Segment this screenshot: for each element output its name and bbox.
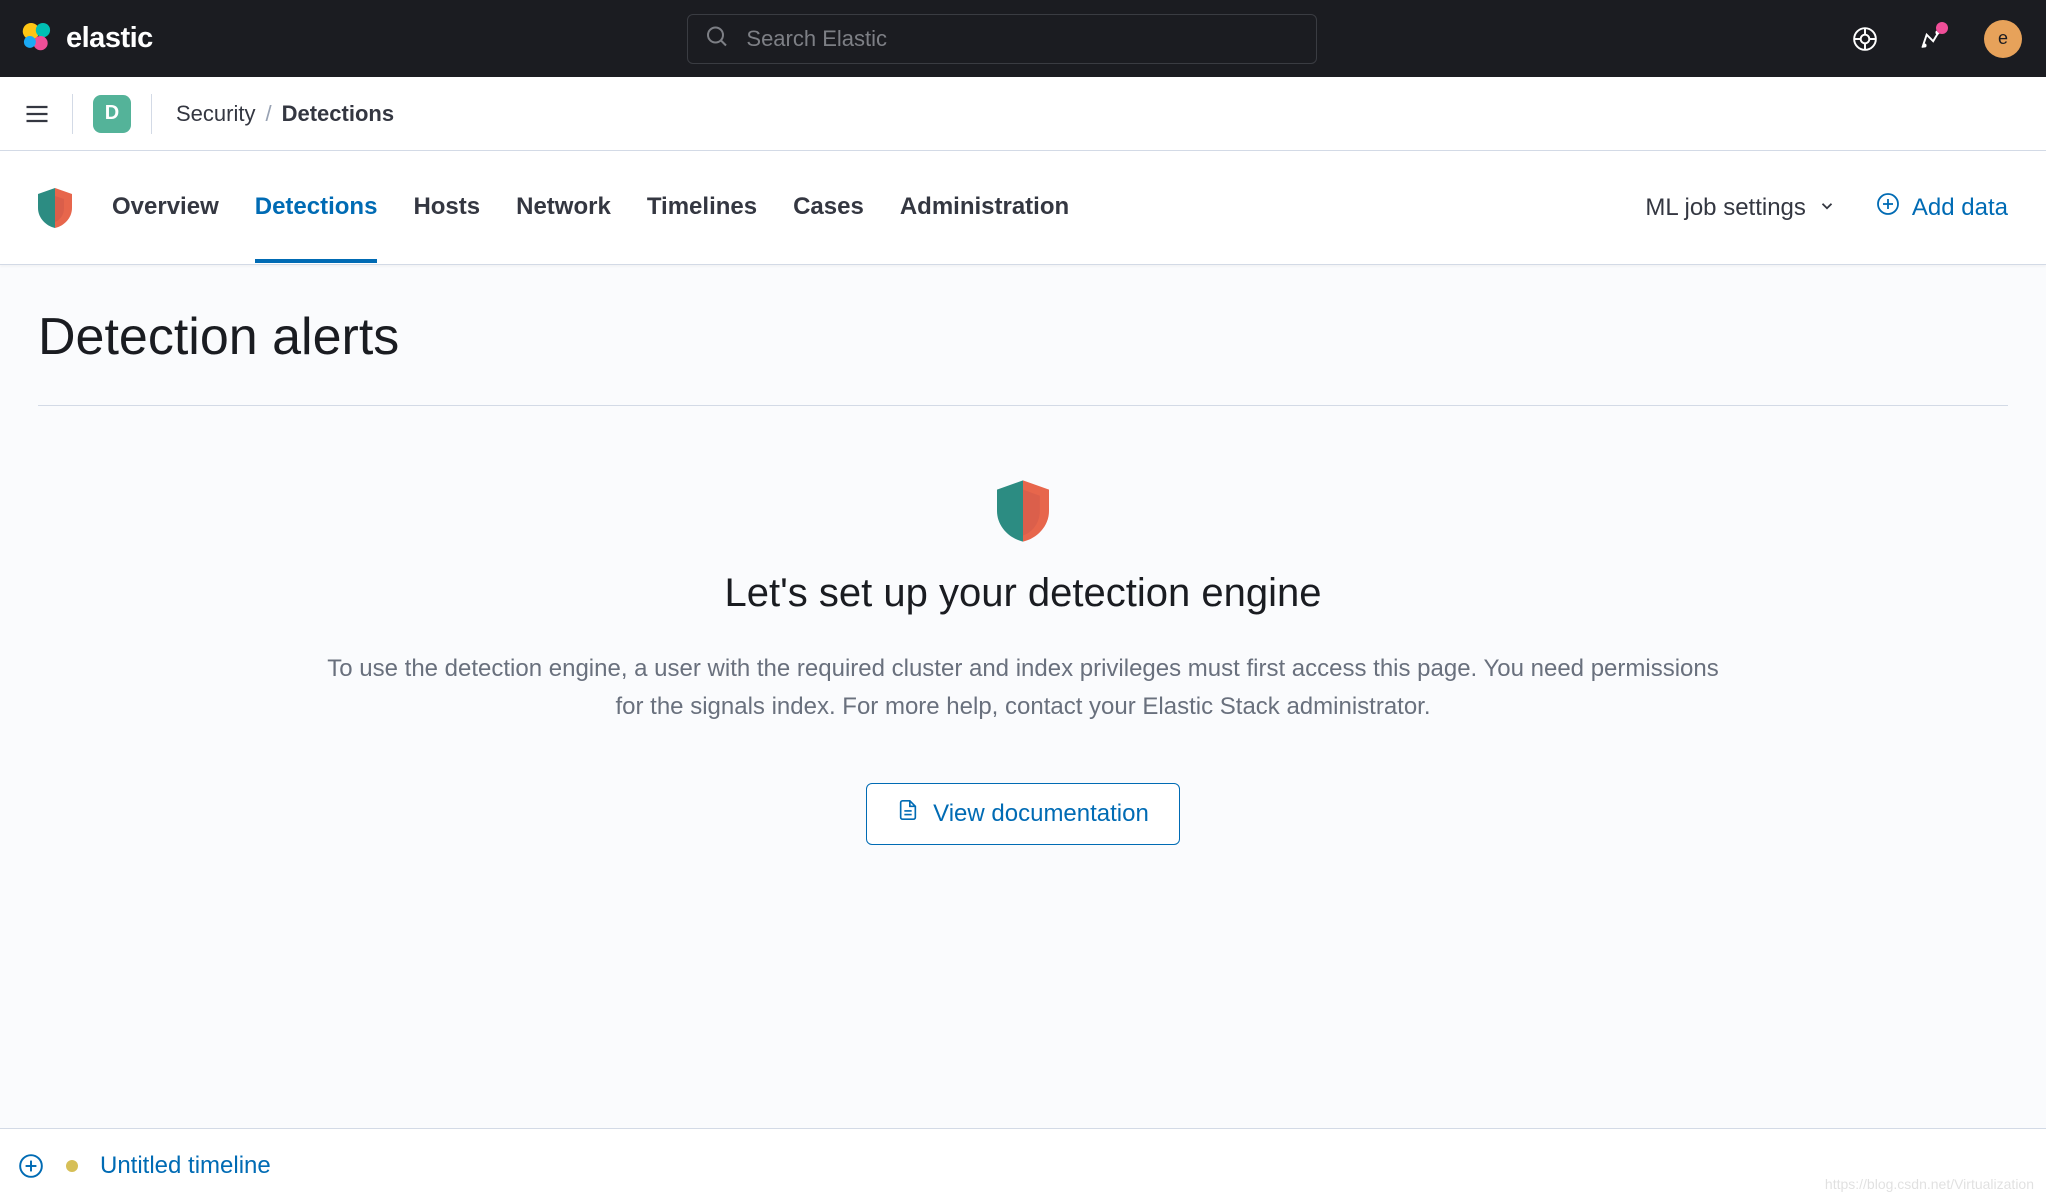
- global-search: [687, 14, 1317, 64]
- document-icon: [897, 798, 919, 829]
- header-actions: e: [1852, 20, 2022, 58]
- ml-job-settings-label: ML job settings: [1645, 194, 1806, 222]
- empty-state-description: To use the detection engine, a user with…: [313, 650, 1733, 727]
- help-icon[interactable]: [1852, 26, 1878, 52]
- newsfeed-icon[interactable]: [1918, 26, 1944, 52]
- elastic-logo-icon: [18, 17, 56, 60]
- plus-circle-icon: [1876, 192, 1900, 223]
- add-timeline-button[interactable]: [18, 1153, 44, 1179]
- divider: [151, 94, 152, 134]
- space-selector[interactable]: D: [93, 95, 131, 133]
- app-tab-area: Overview Detections Hosts Network Timeli…: [0, 151, 2046, 265]
- tabs: Overview Detections Hosts Network Timeli…: [112, 153, 1069, 263]
- tab-overview[interactable]: Overview: [112, 153, 219, 263]
- search-input[interactable]: [687, 14, 1317, 64]
- view-documentation-label: View documentation: [933, 800, 1149, 828]
- page-title: Detection alerts: [38, 307, 2008, 406]
- avatar-letter: e: [1998, 28, 2008, 49]
- elastic-logo[interactable]: elastic: [18, 17, 153, 60]
- empty-state-heading: Let's set up your detection engine: [725, 571, 1322, 616]
- add-data-label: Add data: [1912, 194, 2008, 222]
- tab-detections[interactable]: Detections: [255, 153, 378, 263]
- breadcrumb-separator: /: [265, 101, 271, 127]
- tab-cases[interactable]: Cases: [793, 153, 864, 263]
- tab-timelines[interactable]: Timelines: [647, 153, 757, 263]
- tab-network[interactable]: Network: [516, 153, 611, 263]
- page-body: Detection alerts Let's set up your detec…: [0, 265, 2046, 845]
- tab-actions: ML job settings Add data: [1645, 192, 2008, 223]
- tab-hosts[interactable]: Hosts: [413, 153, 480, 263]
- space-letter: D: [105, 102, 119, 125]
- watermark: https://blog.csdn.net/Virtualization: [1825, 1176, 2034, 1192]
- avatar[interactable]: e: [1984, 20, 2022, 58]
- breadcrumb-current: Detections: [282, 101, 394, 127]
- tab-administration[interactable]: Administration: [900, 153, 1069, 263]
- breadcrumb-bar: D Security / Detections: [0, 77, 2046, 151]
- timeline-title[interactable]: Untitled timeline: [100, 1152, 271, 1180]
- ml-job-settings-button[interactable]: ML job settings: [1645, 194, 1836, 222]
- global-header: elastic e: [0, 0, 2046, 77]
- breadcrumb: Security / Detections: [176, 101, 394, 127]
- security-shield-icon: [38, 188, 72, 228]
- chevron-down-icon: [1818, 194, 1836, 222]
- app-tab-bar: Overview Detections Hosts Network Timeli…: [0, 151, 2046, 264]
- empty-state-shield-icon: [997, 480, 1049, 547]
- divider: [72, 94, 73, 134]
- view-documentation-button[interactable]: View documentation: [866, 783, 1180, 845]
- notification-dot: [1936, 22, 1948, 34]
- nav-toggle-button[interactable]: [22, 99, 52, 129]
- add-data-button[interactable]: Add data: [1876, 192, 2008, 223]
- elastic-logo-text: elastic: [66, 22, 153, 55]
- empty-state: Let's set up your detection engine To us…: [38, 480, 2008, 845]
- breadcrumb-parent[interactable]: Security: [176, 101, 255, 127]
- timeline-status-dot: [66, 1160, 78, 1172]
- search-icon: [705, 24, 729, 53]
- timeline-bar: Untitled timeline https://blog.csdn.net/…: [0, 1128, 2046, 1202]
